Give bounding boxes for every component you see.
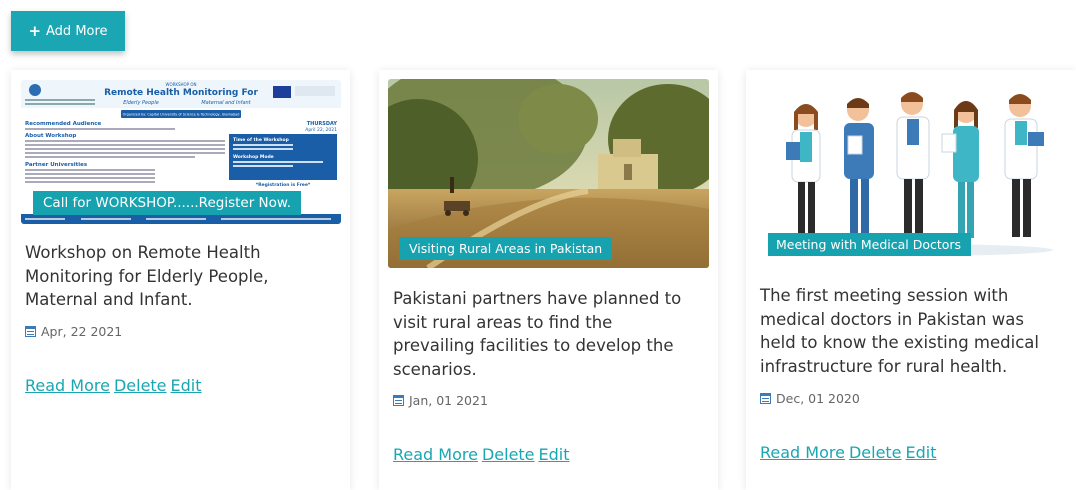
card-title-line: Monitoring for Elderly People, (25, 266, 269, 286)
card-title-line: Maternal and Infant. (25, 290, 193, 309)
poster-about-heading: About Workshop (25, 133, 76, 139)
card-title-line: scenarios. (393, 359, 477, 379)
calendar-icon (393, 395, 404, 406)
card-date: Dec, 01 2020 (760, 391, 860, 406)
card-actions: Read More Delete Edit (25, 376, 202, 395)
news-card: Visiting Rural Areas in Pakistan Pakista… (379, 70, 718, 490)
card-title-line: infrastructure for rural health. (760, 356, 1008, 376)
card-date-text: Jan, 01 2021 (409, 393, 488, 408)
card-title[interactable]: The first meeting session with medical d… (760, 284, 1072, 378)
card-title-line: Workshop on Remote Health (25, 243, 261, 262)
card-title-line: held to know the existing medical (760, 333, 1039, 352)
card-image-medical-doctors: Meeting with Medical Doctors (768, 82, 1058, 260)
plus-icon: + (28, 21, 42, 40)
card-badge: Meeting with Medical Doctors (768, 233, 972, 256)
card-actions: Read More Delete Edit (393, 445, 570, 464)
delete-link[interactable]: Delete (114, 376, 167, 395)
card-image-rural-village: Visiting Rural Areas in Pakistan (388, 79, 709, 268)
poster-partners-heading: Partner Universities (25, 162, 88, 168)
card-badge: Call for WORKSHOP......Register Now. (33, 191, 302, 215)
card-date-text: Dec, 01 2020 (776, 391, 860, 406)
read-more-link[interactable]: Read More (393, 445, 478, 464)
news-card: Meeting with Medical Doctors The first m… (746, 70, 1076, 490)
card-date: Jan, 01 2021 (393, 393, 488, 408)
edit-link[interactable]: Edit (539, 445, 570, 464)
edit-link[interactable]: Edit (171, 376, 202, 395)
calendar-icon (760, 393, 771, 404)
poster-sub-left: Elderly People (123, 100, 159, 106)
card-actions: Read More Delete Edit (760, 443, 937, 462)
read-more-link[interactable]: Read More (760, 443, 845, 462)
card-image-workshop-poster: WORKSHOP ON Remote Health Monitoring For… (21, 80, 341, 224)
poster-sub-right: Maternal and Infant (201, 100, 251, 106)
edit-link[interactable]: Edit (906, 443, 937, 462)
card-date: Apr, 22 2021 (25, 324, 122, 339)
calendar-icon (25, 326, 36, 337)
news-card: WORKSHOP ON Remote Health Monitoring For… (11, 70, 350, 490)
poster-time-heading: Time of the Workshop (233, 137, 290, 143)
card-title-line: medical doctors in Pakistan was (760, 309, 1024, 329)
poster-main-heading: Remote Health Monitoring For (104, 88, 258, 98)
card-date-text: Apr, 22 2021 (41, 324, 123, 339)
card-title-line: prevailing facilities to develop the (393, 336, 674, 355)
card-title[interactable]: Pakistani partners have planned to visit… (393, 287, 713, 381)
card-title-line: The first meeting session with (760, 286, 1009, 305)
card-title-line: Pakistani partners have planned to (393, 289, 682, 308)
poster-date: April 22, 2021 (305, 127, 337, 133)
poster-small-heading: WORKSHOP ON (165, 82, 196, 87)
read-more-link[interactable]: Read More (25, 376, 110, 395)
poster-free-note: *Registration is Free* (256, 182, 311, 188)
card-title-line: visit rural areas to find the (393, 312, 613, 332)
poster-day: THURSDAY (307, 121, 338, 127)
delete-link[interactable]: Delete (482, 445, 535, 464)
poster-audience-heading: Recommended Audience (25, 121, 102, 127)
card-badge: Visiting Rural Areas in Pakistan (399, 237, 613, 260)
card-title[interactable]: Workshop on Remote Health Monitoring for… (25, 241, 340, 312)
poster-organized-by: Organized by: Capital University of Scie… (123, 113, 240, 117)
add-more-label: Add More (46, 23, 108, 39)
poster-mode-heading: Workshop Mode (233, 154, 274, 160)
add-more-button[interactable]: + Add More (11, 11, 125, 51)
delete-link[interactable]: Delete (849, 443, 902, 462)
